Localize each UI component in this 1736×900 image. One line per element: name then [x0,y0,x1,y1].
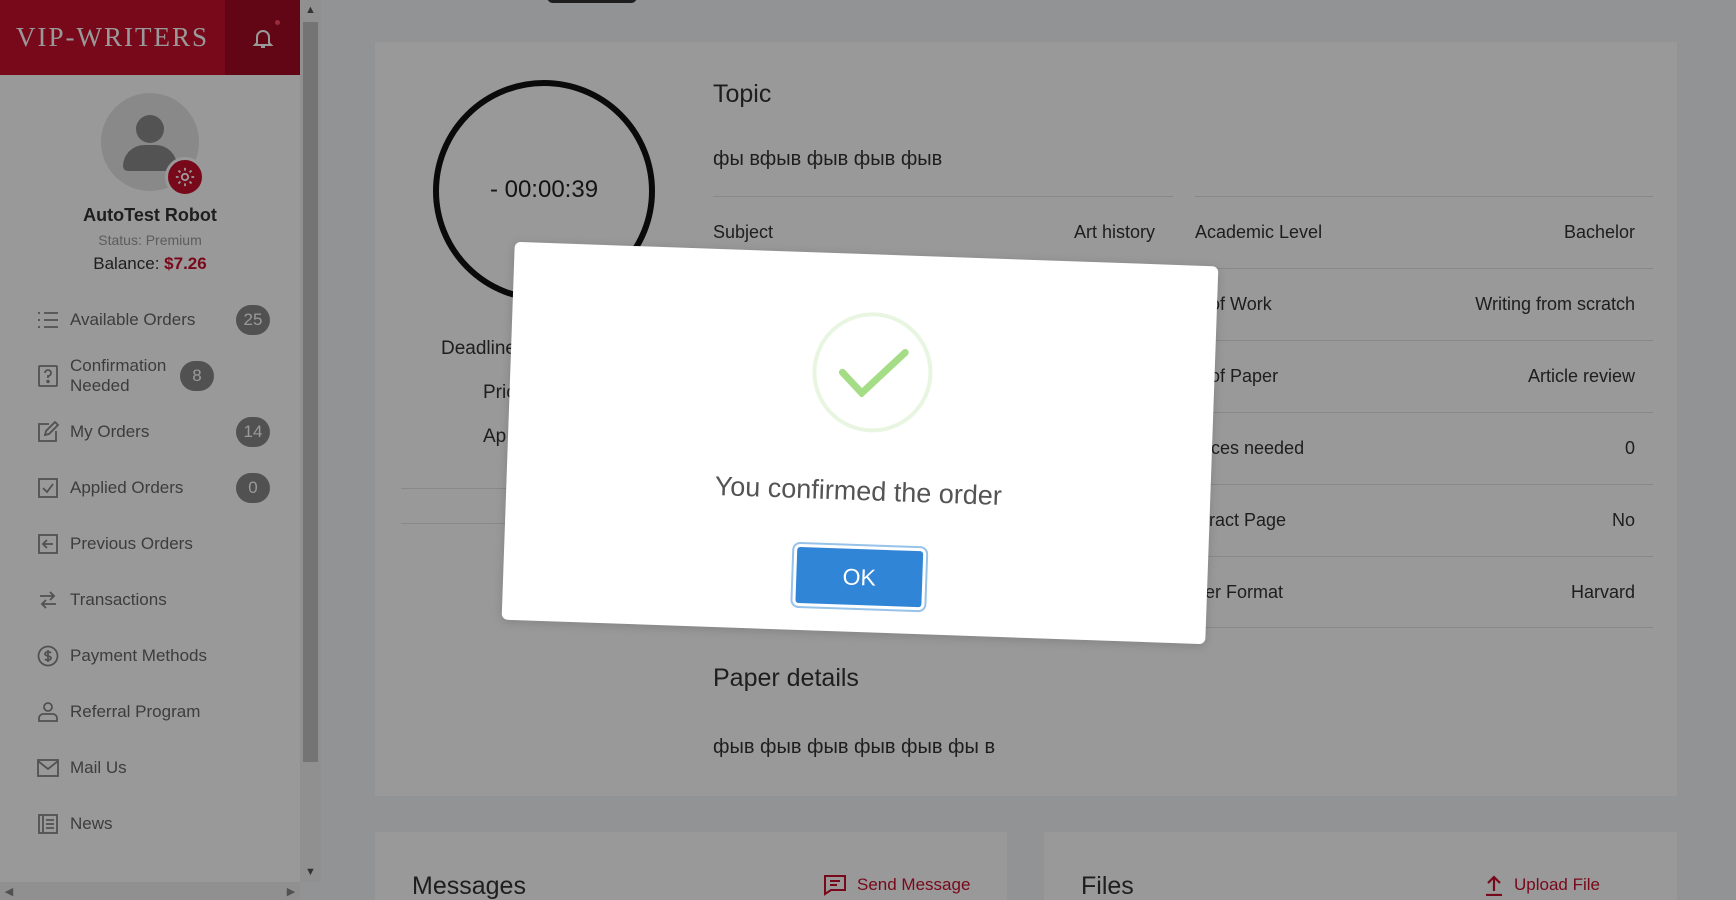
modal-backdrop[interactable]: You confirmed the order OK [0,0,1736,900]
success-check-icon [810,310,935,435]
ok-button[interactable]: OK [792,543,927,611]
dialog-title: You confirmed the order [714,470,1003,511]
success-dialog: You confirmed the order OK [501,241,1219,645]
